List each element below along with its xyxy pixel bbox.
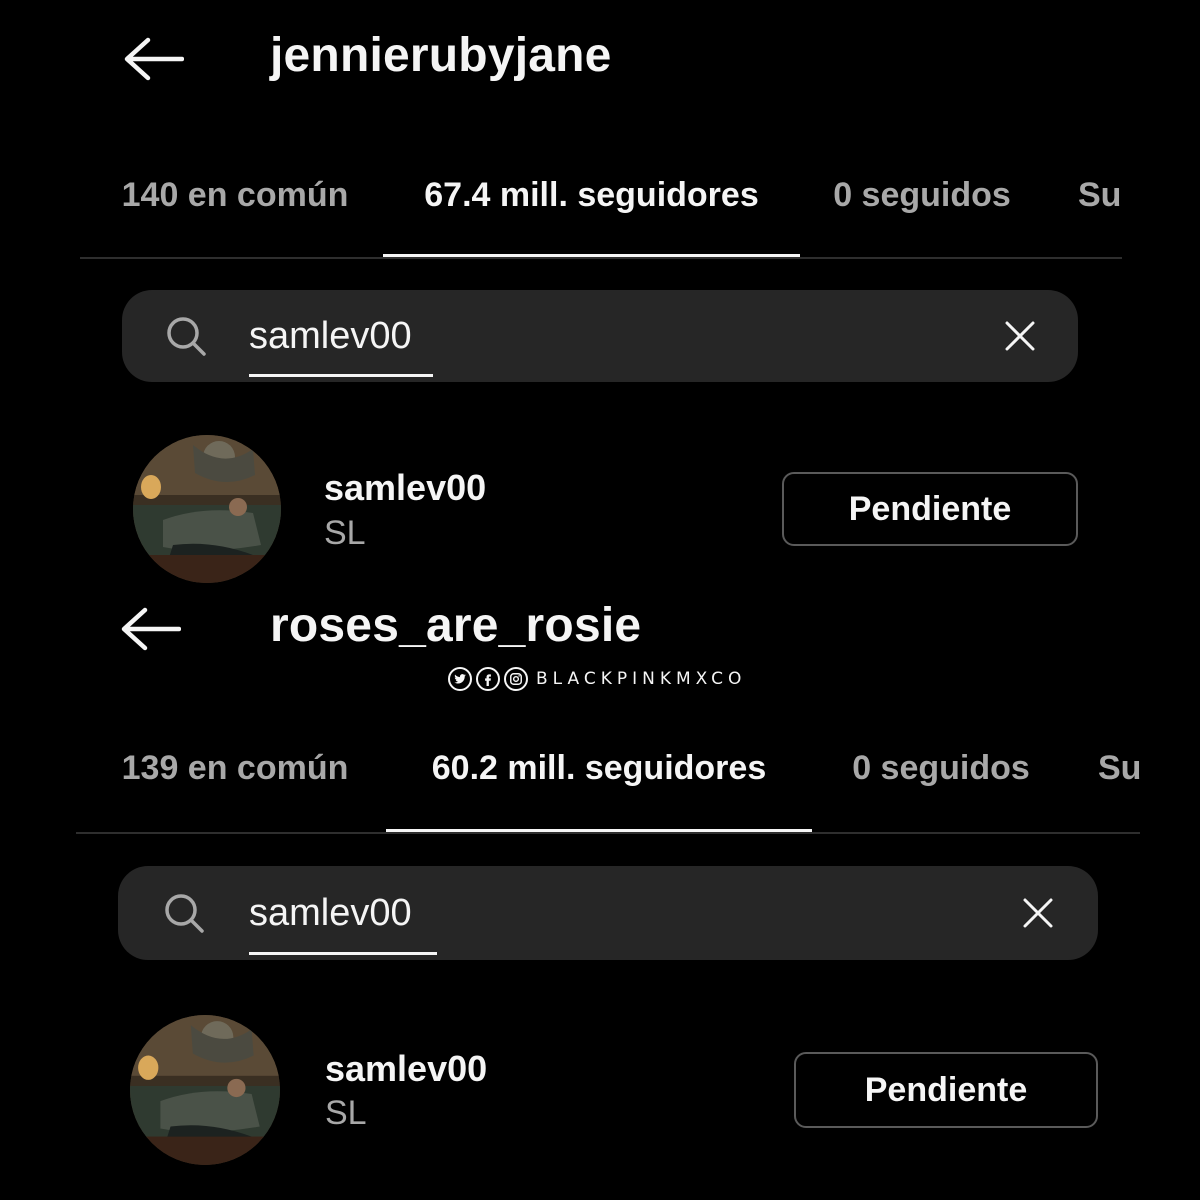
avatar[interactable] <box>133 435 281 583</box>
facebook-icon <box>476 667 500 691</box>
input-underline <box>249 952 437 955</box>
watermark-text: BLACKPINKMXCO <box>536 669 747 689</box>
pending-button[interactable]: Pendiente <box>794 1052 1098 1128</box>
input-underline <box>249 374 433 377</box>
result-username[interactable]: samlev00 <box>324 467 486 509</box>
close-icon[interactable] <box>1000 316 1040 356</box>
avatar[interactable] <box>130 1015 280 1165</box>
search-input[interactable] <box>249 312 949 360</box>
search-icon <box>165 894 204 933</box>
tab-mutual[interactable]: 140 en común <box>90 160 380 230</box>
tab-followers[interactable]: 60.2 mill. seguidores <box>386 733 812 803</box>
search-icon <box>167 317 206 356</box>
close-icon[interactable] <box>1018 893 1058 933</box>
instagram-icon <box>504 667 528 691</box>
tab-bar: 140 en común 67.4 mill. seguidores 0 seg… <box>80 160 1122 230</box>
profile-title: roses_are_rosie <box>270 599 642 652</box>
tab-divider <box>80 257 1122 259</box>
profile-title: jennierubyjane <box>270 29 612 82</box>
active-tab-indicator <box>386 829 812 832</box>
tab-following[interactable]: 0 seguidos <box>824 160 1020 230</box>
search-input[interactable] <box>249 889 969 937</box>
tab-bar: 139 en común 60.2 mill. seguidores 0 seg… <box>76 733 1140 803</box>
tab-mutual[interactable]: 139 en común <box>90 733 380 803</box>
profile-panel-jennierubyjane: jennierubyjane 140 en común 67.4 mill. s… <box>0 0 1200 590</box>
tab-followers[interactable]: 67.4 mill. seguidores <box>383 160 800 230</box>
back-arrow-icon[interactable] <box>115 604 185 654</box>
back-arrow-icon[interactable] <box>118 34 188 84</box>
result-username[interactable]: samlev00 <box>325 1048 487 1090</box>
search-bar <box>122 290 1078 382</box>
search-bar <box>118 866 1098 960</box>
tab-suggested[interactable]: Su <box>1098 733 1140 803</box>
result-fullname: SL <box>325 1094 367 1132</box>
tab-suggested[interactable]: Su <box>1078 160 1122 230</box>
watermark: BLACKPINKMXCO <box>448 666 746 692</box>
tab-divider <box>76 832 1140 834</box>
result-fullname: SL <box>324 514 366 552</box>
active-tab-indicator <box>383 254 800 257</box>
twitter-icon <box>448 667 472 691</box>
pending-button[interactable]: Pendiente <box>782 472 1078 546</box>
tab-following[interactable]: 0 seguidos <box>836 733 1046 803</box>
